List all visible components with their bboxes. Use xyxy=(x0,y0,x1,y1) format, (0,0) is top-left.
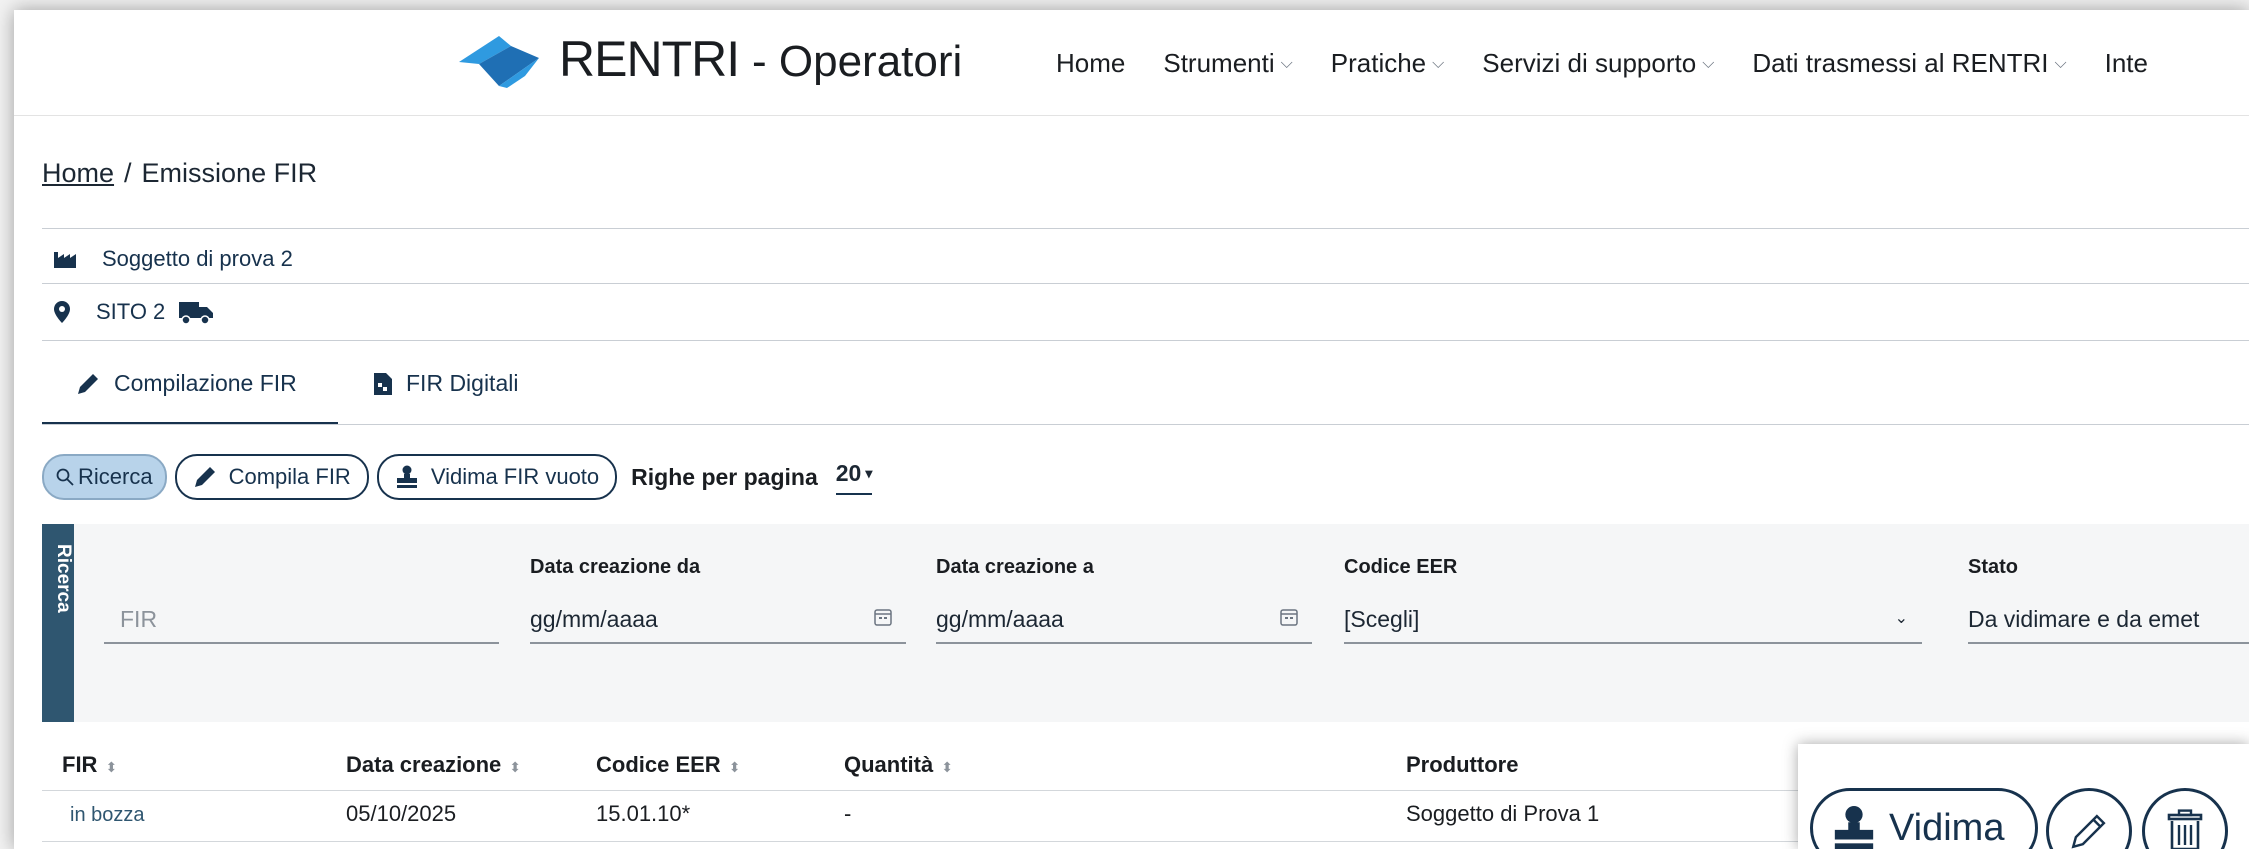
ricerca-button[interactable]: Ricerca xyxy=(42,454,167,500)
chevron-down-icon: ⌵ xyxy=(1702,54,1715,72)
chevron-down-icon: ⌵ xyxy=(2054,54,2067,72)
nav-dati-trasmessi[interactable]: Dati trasmessi al RENTRI ⌵ xyxy=(1752,48,2066,79)
data-creazione-a-label: Data creazione a xyxy=(936,556,1094,578)
nav-pratiche[interactable]: Pratiche ⌵ xyxy=(1331,48,1445,79)
chevron-down-icon: ⌵ xyxy=(1432,54,1445,72)
divider xyxy=(42,424,2249,425)
righe-per-pagina-select[interactable]: 20 ▾ xyxy=(835,459,873,495)
data-creazione-da-input[interactable]: gg/mm/aaaa xyxy=(530,596,906,644)
vidima-button[interactable]: Vidima xyxy=(1810,788,2038,849)
cell-data-creazione: 05/10/2025 xyxy=(346,801,457,826)
nav-servizi-supporto[interactable]: Servizi di supporto ⌵ xyxy=(1482,48,1714,79)
codice-eer-select[interactable]: [Scegli] ⌄ xyxy=(1344,596,1922,644)
logo[interactable]: RENTRI - Operatori xyxy=(459,28,962,90)
stato-label: Stato xyxy=(1968,556,2018,578)
column-produttore: Produttore xyxy=(1406,752,1519,777)
map-pin-icon xyxy=(54,301,70,323)
top-header: RENTRI - Operatori Home Strumenti ⌵ Prati… xyxy=(14,10,2249,116)
column-codice-eer[interactable]: Codice EER ⬍ xyxy=(596,752,740,778)
soggetto-row: Soggetto di prova 2 xyxy=(54,246,293,272)
calendar-icon[interactable] xyxy=(1280,608,1298,626)
pencil-icon xyxy=(194,467,215,487)
breadcrumb-current: Emissione FIR xyxy=(141,158,318,188)
stamp-icon xyxy=(1834,805,1874,849)
tab-compilazione-fir[interactable]: Compilazione FIR xyxy=(76,370,297,397)
sito-name: SITO 2 xyxy=(96,299,166,324)
data-creazione-da-label: Data creazione da xyxy=(530,556,701,578)
tab-label: FIR Digitali xyxy=(406,370,519,396)
search-panel: Ricerca FIR Data creazione da gg/mm/aaaa… xyxy=(42,524,2249,722)
chevron-down-icon: ⌵ xyxy=(1280,54,1293,72)
edit-button[interactable] xyxy=(2046,788,2132,849)
trash-icon xyxy=(2167,809,2203,849)
toolbar: Ricerca Compila FIR Vidima FIR vuoto Rig… xyxy=(42,454,873,500)
date-value: gg/mm/aaaa xyxy=(936,605,1064,632)
tab-label: Compilazione FIR xyxy=(114,370,297,396)
nav-strumenti[interactable]: Strumenti ⌵ xyxy=(1163,48,1292,79)
date-value: gg/mm/aaaa xyxy=(530,605,658,632)
sort-icon: ⬍ xyxy=(941,759,953,775)
calendar-icon[interactable] xyxy=(874,608,892,626)
sort-icon: ⬍ xyxy=(509,759,522,775)
sort-icon: ⬍ xyxy=(105,759,118,775)
pencil-outline-icon xyxy=(2071,814,2106,849)
breadcrumb-home-link[interactable]: Home xyxy=(42,158,114,188)
select-value: [Scegli] xyxy=(1344,605,1420,632)
sort-icon: ⬍ xyxy=(728,759,741,775)
breadcrumb: Home / Emissione FIR xyxy=(42,158,317,189)
delete-button[interactable] xyxy=(2142,788,2228,849)
divider xyxy=(42,228,2249,229)
main-nav: Home Strumenti ⌵ Pratiche ⌵ Servizi di sup… xyxy=(1056,48,2186,79)
pencil-icon xyxy=(78,373,98,394)
vidima-fir-vuoto-button[interactable]: Vidima FIR vuoto xyxy=(376,454,618,500)
brand-name: RENTRI - Operatori xyxy=(559,31,963,87)
cell-quantita: - xyxy=(844,801,852,826)
row-actions-zoom: Vidima xyxy=(1798,744,2249,849)
fir-status-link[interactable]: in bozza xyxy=(70,804,145,827)
righe-per-pagina-label: Righe per pagina xyxy=(631,463,818,490)
nav-inte[interactable]: Inte xyxy=(2105,48,2148,79)
search-icon xyxy=(56,468,74,486)
truck-icon xyxy=(179,302,214,324)
stamp-icon xyxy=(396,465,417,488)
vidima-vuoto-label: Vidima FIR vuoto xyxy=(430,464,600,489)
cell-codice-eer: 15.01.10* xyxy=(596,801,691,826)
ricerca-label: Ricerca xyxy=(78,464,153,489)
app-window: RENTRI - Operatori Home Strumenti ⌵ Prati… xyxy=(14,10,2249,849)
divider xyxy=(42,283,2249,284)
soggetto-name: Soggetto di prova 2 xyxy=(102,246,293,271)
factory-icon xyxy=(54,252,76,268)
digital-file-icon xyxy=(374,372,392,395)
compila-fir-button[interactable]: Compila FIR xyxy=(174,454,369,500)
fir-input[interactable]: FIR xyxy=(104,596,499,644)
data-creazione-a-input[interactable]: gg/mm/aaaa xyxy=(936,596,1312,644)
rentri-logo-icon xyxy=(459,36,539,88)
breadcrumb-separator: / xyxy=(124,158,132,188)
column-fir[interactable]: FIR ⬍ xyxy=(62,752,117,778)
sito-row: SITO 2 xyxy=(54,299,214,325)
stato-select[interactable]: Da vidimare e da emet xyxy=(1968,596,2249,644)
column-data-creazione[interactable]: Data creazione ⬍ xyxy=(346,752,521,778)
chevron-down-icon: ⌄ xyxy=(1894,610,1908,627)
compila-label: Compila FIR xyxy=(228,464,351,489)
divider xyxy=(42,340,2249,341)
cell-produttore: Soggetto di Prova 1 xyxy=(1406,801,1600,826)
vidima-label: Vidima xyxy=(1889,806,2005,849)
chevron-down-icon: ▾ xyxy=(865,464,873,481)
righe-value: 20 xyxy=(835,459,862,486)
ricerca-panel-tab[interactable]: Ricerca xyxy=(42,524,74,722)
codice-eer-label: Codice EER xyxy=(1344,556,1458,578)
tab-fir-digitali[interactable]: FIR Digitali xyxy=(374,370,518,397)
nav-home[interactable]: Home xyxy=(1056,48,1125,79)
column-quantita[interactable]: Quantità ⬍ xyxy=(844,752,953,778)
